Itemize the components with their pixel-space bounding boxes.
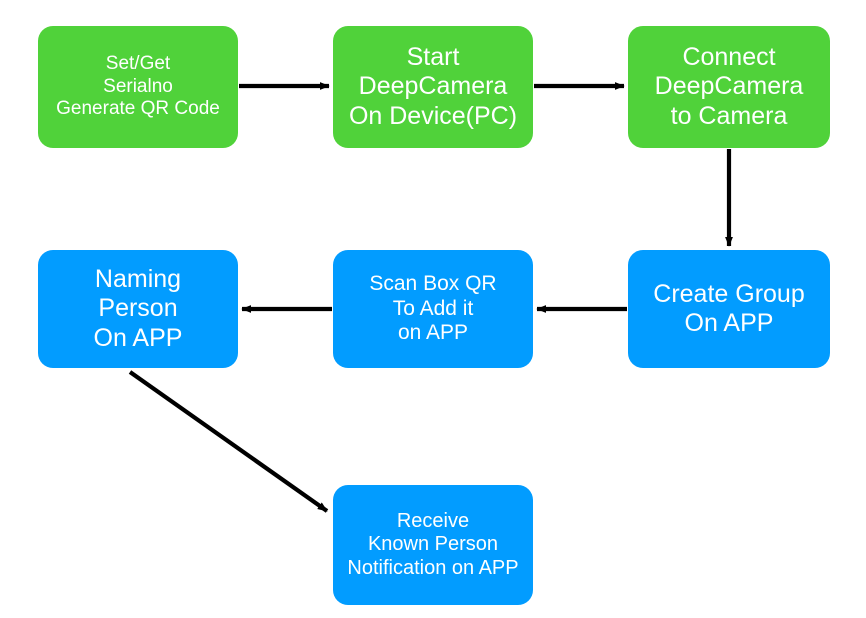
node-start-deepcamera[interactable]: Start DeepCamera On Device(PC) <box>333 26 533 148</box>
node-scan-box-qr[interactable]: Scan Box QR To Add it on APP <box>333 250 533 368</box>
node-naming-person-line-1: Naming <box>94 264 182 293</box>
node-start-deepcamera-line-3: On Device(PC) <box>348 101 518 130</box>
node-serialno-line-1: Set/Get <box>105 53 171 75</box>
node-serialno[interactable]: Set/Get Serialno Generate QR Code <box>38 26 238 148</box>
edge-naming-to-receive <box>128 370 329 513</box>
node-start-deepcamera-line-2: DeepCamera <box>358 72 508 101</box>
node-receive-notification[interactable]: Receive Known Person Notification on APP <box>333 485 533 605</box>
node-naming-person-line-2: Person <box>98 294 178 323</box>
node-create-group[interactable]: Create Group On APP <box>628 250 830 368</box>
node-receive-notification-line-2: Known Person <box>367 533 499 556</box>
node-serialno-line-3: Generate QR Code <box>56 98 220 120</box>
node-scan-box-qr-line-2: To Add it <box>392 296 474 320</box>
node-serialno-line-2: Serialno <box>103 75 173 97</box>
node-receive-notification-line-1: Receive <box>396 509 470 532</box>
node-connect-deepcamera[interactable]: Connect DeepCamera to Camera <box>628 26 830 148</box>
node-connect-deepcamera-line-1: Connect <box>682 42 776 71</box>
node-create-group-line-1: Create Group <box>653 279 805 308</box>
node-connect-deepcamera-line-3: to Camera <box>670 101 788 130</box>
node-connect-deepcamera-line-2: DeepCamera <box>654 72 804 101</box>
node-naming-person-line-3: On APP <box>93 323 183 352</box>
node-scan-box-qr-line-3: on APP <box>397 321 469 345</box>
node-naming-person[interactable]: Naming Person On APP <box>38 250 238 368</box>
node-start-deepcamera-line-1: Start <box>406 42 460 71</box>
node-receive-notification-line-3: Notification on APP <box>347 556 519 579</box>
node-create-group-line-2: On APP <box>684 309 774 337</box>
node-scan-box-qr-line-1: Scan Box QR <box>369 271 497 295</box>
flowchart-canvas: Set/Get Serialno Generate QR Code Start … <box>0 0 866 618</box>
